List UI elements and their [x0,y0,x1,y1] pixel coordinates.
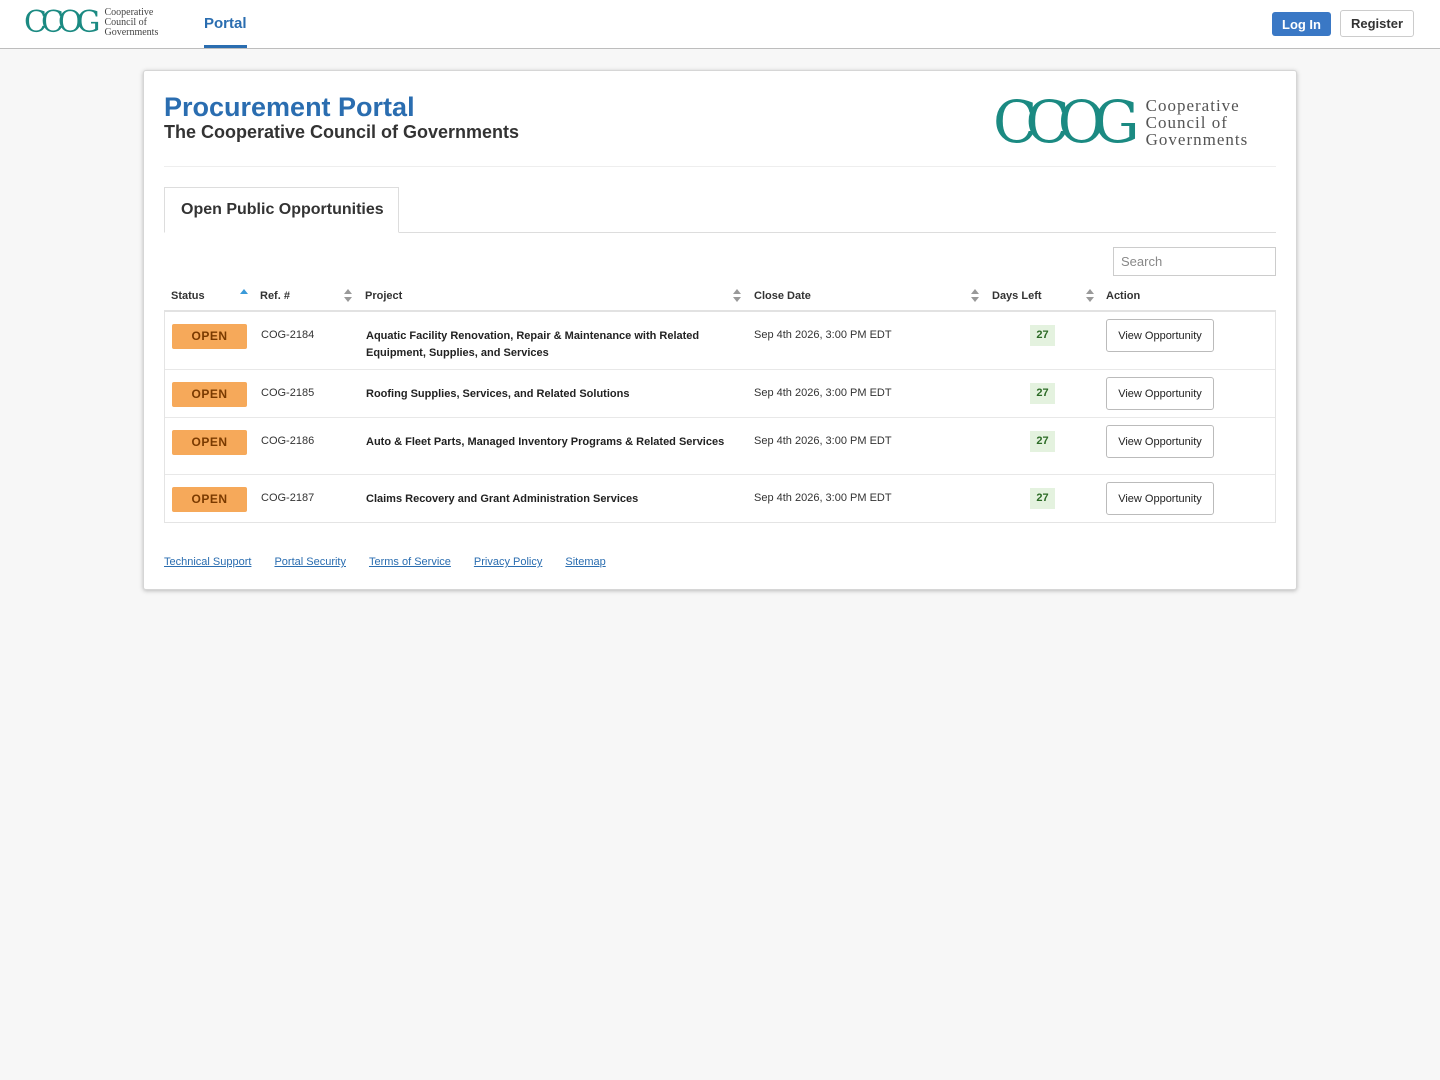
footer-link-sitemap[interactable]: Sitemap [565,556,605,568]
footer-link-privacy-policy[interactable]: Privacy Policy [474,556,542,568]
table-body: OPEN COG-2184 Aquatic Facility Renovatio… [164,312,1276,523]
logo-word-line: Cooperative [1145,95,1240,115]
project-name: Claims Recovery and Grant Administration… [366,493,639,505]
ccog-logo-words: Cooperative Council of Governments [104,8,158,38]
project-name: Aquatic Facility Renovation, Repair & Ma… [366,330,700,359]
portal-card: Procurement Portal The Cooperative Counc… [143,70,1297,590]
column-header-project[interactable]: Project [365,290,402,302]
table-row: OPEN COG-2185 Roofing Supplies, Services… [165,369,1275,417]
footer-links: Technical Support Portal Security Terms … [164,556,606,568]
days-left-badge: 27 [1030,325,1055,346]
view-opportunity-button[interactable]: View Opportunity [1106,319,1214,352]
header-divider [164,166,1276,167]
sort-icon[interactable] [733,289,741,303]
view-opportunity-button[interactable]: View Opportunity [1106,482,1214,515]
days-left-badge: 27 [1030,383,1055,404]
table-header: Status Ref. # Project Close Date Days Le… [164,282,1276,312]
sort-icon[interactable] [971,289,979,303]
status-badge: OPEN [172,324,247,349]
table-row: OPEN COG-2187 Claims Recovery and Grant … [165,474,1275,522]
table-row: OPEN COG-2184 Aquatic Facility Renovatio… [165,312,1275,369]
days-left-badge: 27 [1030,431,1055,452]
sort-icon[interactable] [344,289,352,303]
ccog-logo[interactable]: CCOG Cooperative Council of Governments [24,8,158,38]
footer-link-portal-security[interactable]: Portal Security [274,556,346,568]
sort-icon[interactable] [1086,289,1094,303]
footer-link-technical-support[interactable]: Technical Support [164,556,251,568]
project-name: Auto & Fleet Parts, Managed Inventory Pr… [366,436,725,448]
search-input[interactable] [1113,247,1276,276]
register-button[interactable]: Register [1340,10,1414,37]
page-title: Procurement Portal [164,92,415,122]
ccog-logo-words: Cooperative Council of Governments [1146,97,1249,148]
project-name: Roofing Supplies, Services, and Related … [366,388,630,400]
logo-word-line: Council of [1145,112,1228,132]
status-badge: OPEN [172,382,247,407]
column-header-close-date[interactable]: Close Date [754,290,811,302]
close-date: Sep 4th 2026, 3:00 PM EDT [754,435,892,447]
column-header-ref[interactable]: Ref. # [260,290,290,302]
table-row: OPEN COG-2186 Auto & Fleet Parts, Manage… [165,417,1275,474]
status-badge: OPEN [172,430,247,455]
logo-word-line: Governments [1145,129,1249,149]
page-subtitle: The Cooperative Council of Governments [164,122,520,142]
close-date: Sep 4th 2026, 3:00 PM EDT [754,492,892,504]
column-header-action: Action [1106,290,1141,302]
ccog-logo-mark: CCOG [24,5,101,40]
close-date: Sep 4th 2026, 3:00 PM EDT [754,387,892,399]
column-header-days-left[interactable]: Days Left [992,290,1042,302]
column-header-status[interactable]: Status [171,290,205,302]
top-navbar: CCOG Cooperative Council of Governments … [0,0,1440,49]
ref-number: COG-2185 [261,387,315,399]
status-badge: OPEN [172,487,247,512]
days-left-badge: 27 [1030,488,1055,509]
ref-number: COG-2187 [261,492,315,504]
login-button[interactable]: Log In [1272,12,1331,36]
ccog-logo-mark: CCOG [993,88,1140,156]
logo-word-line: Governments [104,27,159,38]
ref-number: COG-2186 [261,435,315,447]
ref-number: COG-2184 [261,329,315,341]
nav-portal-link[interactable]: Portal [204,0,247,48]
ccog-logo-large: CCOG Cooperative Council of Governments [993,93,1248,151]
view-opportunity-button[interactable]: View Opportunity [1106,425,1214,458]
tab-open-public-opportunities[interactable]: Open Public Opportunities [164,187,399,233]
close-date: Sep 4th 2026, 3:00 PM EDT [754,329,892,341]
footer-link-terms-of-service[interactable]: Terms of Service [369,556,451,568]
opportunities-table: Status Ref. # Project Close Date Days Le… [164,282,1276,523]
sort-ascending-icon[interactable] [240,289,248,303]
view-opportunity-button[interactable]: View Opportunity [1106,377,1214,410]
